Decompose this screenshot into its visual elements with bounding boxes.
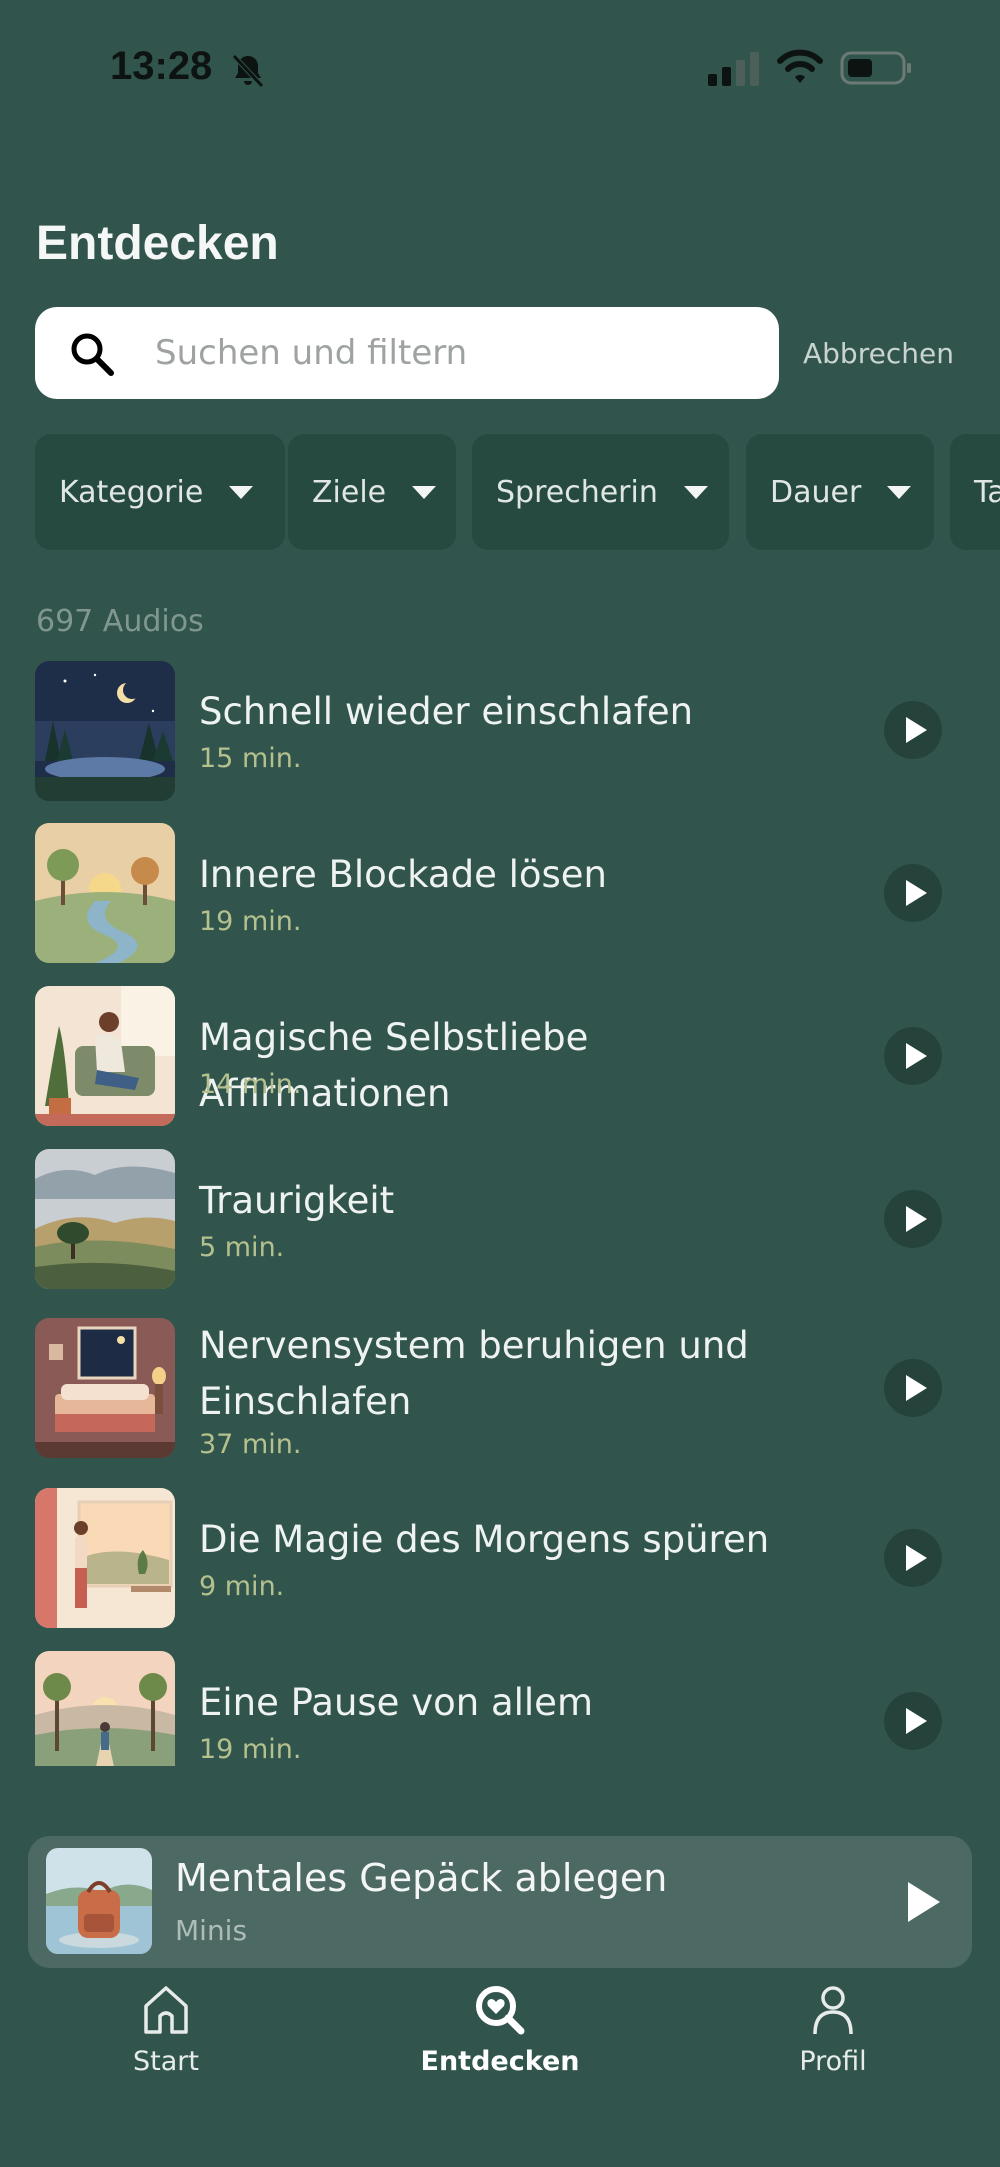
play-button[interactable]	[884, 1027, 942, 1085]
filter-kategorie[interactable]: Kategorie	[35, 434, 285, 550]
thumbnail-river-landscape	[35, 823, 175, 963]
list-item[interactable]: Nervensystem beruhigen und Einschlafen 3…	[0, 1318, 1000, 1486]
filter-label: Kategorie	[59, 474, 204, 510]
play-button[interactable]	[884, 1692, 942, 1750]
item-duration: 19 min.	[199, 906, 302, 937]
item-title: Die Magie des Morgens spüren	[199, 1518, 770, 1561]
tab-bar: Start Entdecken Profil	[0, 1972, 1000, 2167]
item-duration: 15 min.	[199, 743, 302, 774]
filter-ta[interactable]: Ta	[950, 434, 1000, 550]
tab-entdecken[interactable]: Entdecken	[390, 1984, 610, 2077]
now-playing-title: Mentales Gepäck ablegen	[175, 1856, 668, 1900]
thumbnail-morning-window	[35, 1488, 175, 1628]
play-button[interactable]	[884, 864, 942, 922]
play-button[interactable]	[884, 1529, 942, 1587]
item-duration: 9 min.	[199, 1571, 285, 1602]
tab-label: Start	[133, 2046, 199, 2077]
item-title: Nervensystem beruhigen und Einschlafen	[199, 1324, 749, 1423]
home-icon	[144, 1986, 188, 2034]
list-item[interactable]: Innere Blockade lösen 19 min.	[0, 823, 1000, 985]
profile-icon	[813, 1986, 853, 2035]
thumbnail-valley-path	[35, 1651, 175, 1766]
caret-down-icon	[683, 485, 708, 499]
filter-ziele[interactable]: Ziele	[288, 434, 456, 550]
search-icon	[71, 333, 114, 376]
filter-dauer[interactable]: Dauer	[746, 434, 934, 550]
battery-icon	[840, 51, 911, 85]
search-input[interactable]	[155, 307, 755, 399]
search-box[interactable]	[35, 307, 779, 399]
tab-profil[interactable]: Profil	[723, 1984, 943, 2077]
item-title: Eine Pause von allem	[199, 1681, 593, 1724]
item-title: Innere Blockade lösen	[199, 853, 608, 896]
item-title: Magische Selbstliebe Affirmationen	[199, 1016, 589, 1115]
cancel-button[interactable]: Abbrechen	[803, 337, 954, 370]
cellular-signal-icon	[708, 52, 759, 86]
item-title: Traurigkeit	[199, 1179, 395, 1222]
mini-player-play-button[interactable]	[908, 1882, 940, 1922]
filter-label: Sprecherin	[496, 474, 658, 510]
list-item[interactable]: Die Magie des Morgens spüren 9 min.	[0, 1488, 1000, 1650]
thumbnail-bedroom-night	[35, 1318, 175, 1458]
item-duration: 37 min.	[199, 1429, 302, 1460]
audio-list: Schnell wieder einschlafen 15 min. Inner…	[0, 660, 1000, 1766]
discover-icon	[476, 1986, 525, 2035]
tab-label: Entdecken	[420, 2046, 580, 2077]
caret-down-icon	[412, 485, 437, 499]
list-item[interactable]: Traurigkeit 5 min.	[0, 1149, 1000, 1311]
status-bar: 13:28	[0, 0, 1000, 130]
thumbnail-backpack-lake	[46, 1848, 152, 1954]
filter-label: Dauer	[770, 474, 862, 510]
filter-bar: Kategorie Ziele Sprecherin Dauer Ta	[35, 434, 1000, 550]
tab-label: Profil	[799, 2046, 867, 2077]
tab-start[interactable]: Start	[56, 1984, 276, 2077]
result-count: 697 Audios	[36, 604, 204, 639]
filter-sprecherin[interactable]: Sprecherin	[472, 434, 729, 550]
play-button[interactable]	[884, 1359, 942, 1417]
thumbnail-woman-reading	[35, 986, 175, 1126]
bell-muted-icon	[232, 54, 264, 88]
item-duration: 5 min.	[199, 1232, 285, 1263]
status-time: 13:28	[110, 44, 213, 88]
list-item[interactable]: Schnell wieder einschlafen 15 min.	[0, 660, 1000, 822]
caret-down-icon	[887, 485, 912, 499]
thumbnail-night-lake	[35, 661, 175, 801]
caret-down-icon	[229, 485, 254, 499]
filter-label: Ta	[974, 474, 1000, 510]
list-item[interactable]: Magische Selbstliebe Affirmationen 14 mi…	[0, 986, 1000, 1148]
play-button[interactable]	[884, 701, 942, 759]
play-button[interactable]	[884, 1190, 942, 1248]
list-item[interactable]: Eine Pause von allem 19 min.	[0, 1651, 1000, 1766]
wifi-icon	[777, 49, 823, 83]
item-title: Schnell wieder einschlafen	[199, 690, 694, 733]
item-duration: 19 min.	[199, 1734, 302, 1765]
now-playing-subtitle: Minis	[175, 1914, 248, 1947]
thumbnail-hills-tree	[35, 1149, 175, 1289]
mini-player[interactable]: Mentales Gepäck ablegen Minis	[28, 1836, 972, 1968]
filter-label: Ziele	[312, 474, 387, 510]
item-duration: 14 min.	[199, 1069, 302, 1100]
page-title: Entdecken	[36, 217, 279, 270]
